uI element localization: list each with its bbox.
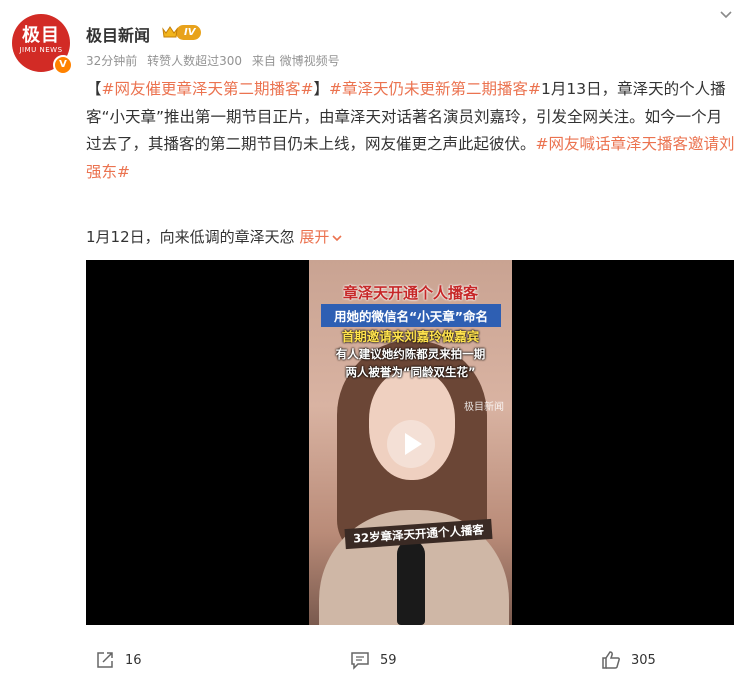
post-time[interactable]: 32分钟前	[86, 54, 137, 68]
comment-icon	[351, 652, 369, 670]
like-count: 305	[631, 653, 656, 668]
post-content: 【#网友催更章泽天第二期播客#】#章泽天仍未更新第二期播客#1月13日，章泽天的…	[86, 76, 736, 186]
avatar-logo-text: 极目	[22, 25, 60, 46]
level-badge[interactable]: IV	[162, 24, 210, 41]
play-icon	[405, 433, 422, 455]
microphone-shape	[397, 540, 425, 625]
crown-icon	[162, 26, 178, 38]
video-frame: 章泽天开通个人播客 用她的微信名“小天章”命名 首期邀请来刘嘉玲做嘉宾 有人建议…	[309, 260, 512, 625]
post-second-paragraph: 1月12日，向来低调的章泽天忽 展开	[86, 226, 343, 247]
verified-badge-icon: V	[53, 55, 73, 75]
reposts-note: 转赞人数超过300	[147, 54, 243, 68]
video-overlay-line-3: 首期邀请来刘嘉玲做嘉宾	[341, 329, 480, 344]
hashtag-link-1[interactable]: #网友催更章泽天第二期播客#	[102, 80, 314, 98]
like-icon	[602, 651, 620, 669]
post-action-bar: 16 59 305	[0, 640, 756, 680]
account-name[interactable]: 极目新闻	[86, 22, 150, 46]
video-overlay-title: 章泽天开通个人播客	[342, 284, 478, 302]
second-line-text: 1月12日，向来低调的章泽天忽	[86, 228, 295, 246]
video-watermark: 极目新闻	[464, 402, 504, 413]
post-meta: 32分钟前 转赞人数超过300 来自 微博视频号	[86, 52, 346, 69]
video-overlay-line-4: 有人建议她约陈都灵来拍一期	[335, 347, 486, 361]
video-player[interactable]: 章泽天开通个人播客 用她的微信名“小天章”命名 首期邀请来刘嘉玲做嘉宾 有人建议…	[86, 260, 734, 625]
video-overlay-line-2: 用她的微信名“小天章”命名	[321, 304, 501, 327]
comment-count: 59	[380, 653, 397, 668]
avatar-logo-subtext: JIMU NEWS	[19, 46, 63, 54]
repost-icon	[97, 652, 113, 668]
repost-count: 16	[125, 653, 142, 668]
bracket-open: 【	[86, 80, 102, 98]
post-source[interactable]: 来自 微博视频号	[252, 54, 340, 68]
video-overlay-line-5: 两人被誉为“同龄双生花”	[345, 365, 476, 379]
level-label: IV	[176, 25, 202, 40]
chevron-down-icon[interactable]	[718, 6, 734, 22]
chevron-down-icon	[332, 234, 343, 241]
expand-label: 展开	[299, 228, 330, 246]
play-button[interactable]	[387, 420, 435, 468]
bracket-close: 】	[313, 80, 330, 98]
weibo-post-card: 极目 JIMU NEWS V 极目新闻 IV 32分钟前 转赞人数超过300 来…	[0, 0, 756, 684]
expand-link[interactable]: 展开	[299, 228, 343, 246]
hashtag-link-2[interactable]: #章泽天仍未更新第二期播客#	[329, 80, 541, 98]
